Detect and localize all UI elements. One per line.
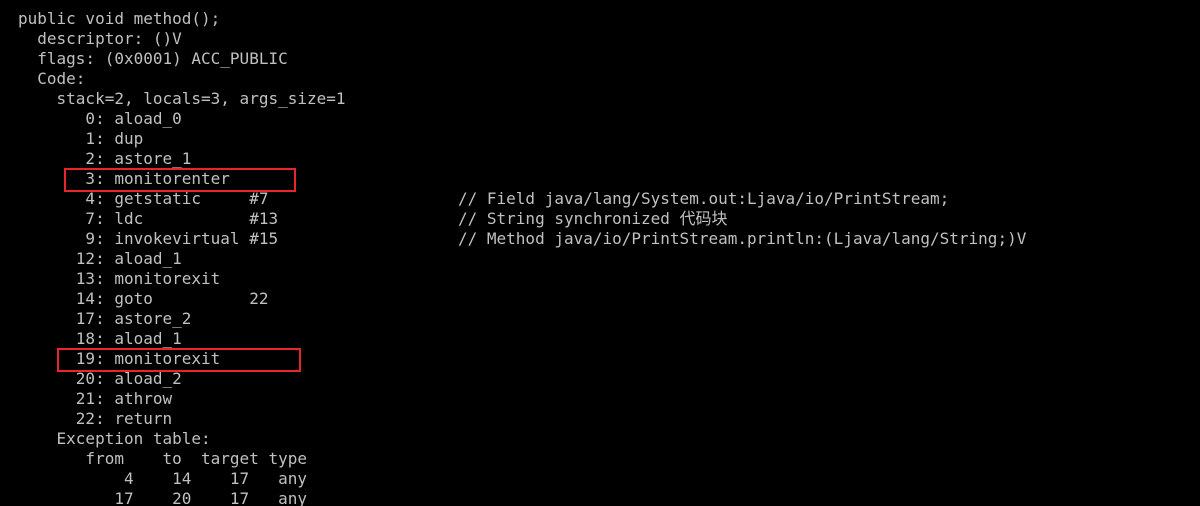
bytecode-line: 12: aload_1 (18, 249, 182, 268)
code-label-line: Code: (18, 69, 86, 88)
bytecode-line: 9: invokevirtual #15 // Method java/io/P… (18, 229, 1027, 248)
stack-info-line: stack=2, locals=3, args_size=1 (18, 89, 346, 108)
bytecode-line: 7: ldc #13 // String synchronized 代码块 (18, 209, 728, 228)
bytecode-line: 17: astore_2 (18, 309, 192, 328)
monitorenter-highlight-box (64, 168, 296, 192)
bytecode-line: 1: dup (18, 129, 144, 148)
method-signature-line: public void method(); (18, 9, 221, 28)
bytecode-line: 2: astore_1 (18, 149, 192, 168)
bytecode-line: 18: aload_1 (18, 329, 182, 348)
flags-line: flags: (0x0001) ACC_PUBLIC (18, 49, 288, 68)
exception-table-row: 4 14 17 any (18, 469, 307, 488)
bytecode-line: 20: aload_2 (18, 369, 182, 388)
bytecode-line: 0: aload_0 (18, 109, 182, 128)
monitorexit-highlight-box (57, 348, 301, 372)
bytecode-line: 22: return (18, 409, 173, 428)
terminal-window: public void method(); descriptor: ()V fl… (0, 0, 1200, 506)
exception-table-label: Exception table: (18, 429, 211, 448)
bytecode-comment: // String synchronized 代码块 (458, 209, 728, 228)
bytecode-line: 4: getstatic #7 // Field java/lang/Syste… (18, 189, 950, 208)
bytecode-comment: // Method java/io/PrintStream.println:(L… (458, 229, 1027, 248)
descriptor-line: descriptor: ()V (18, 29, 182, 48)
bytecode-line: 13: monitorexit (18, 269, 221, 288)
bytecode-line: 14: goto 22 (18, 289, 269, 308)
bytecode-line: 21: athrow (18, 389, 173, 408)
exception-table-row: 17 20 17 any (18, 489, 307, 506)
bytecode-comment: // Field java/lang/System.out:Ljava/io/P… (458, 189, 950, 208)
exception-table-header: from to target type (18, 449, 307, 468)
